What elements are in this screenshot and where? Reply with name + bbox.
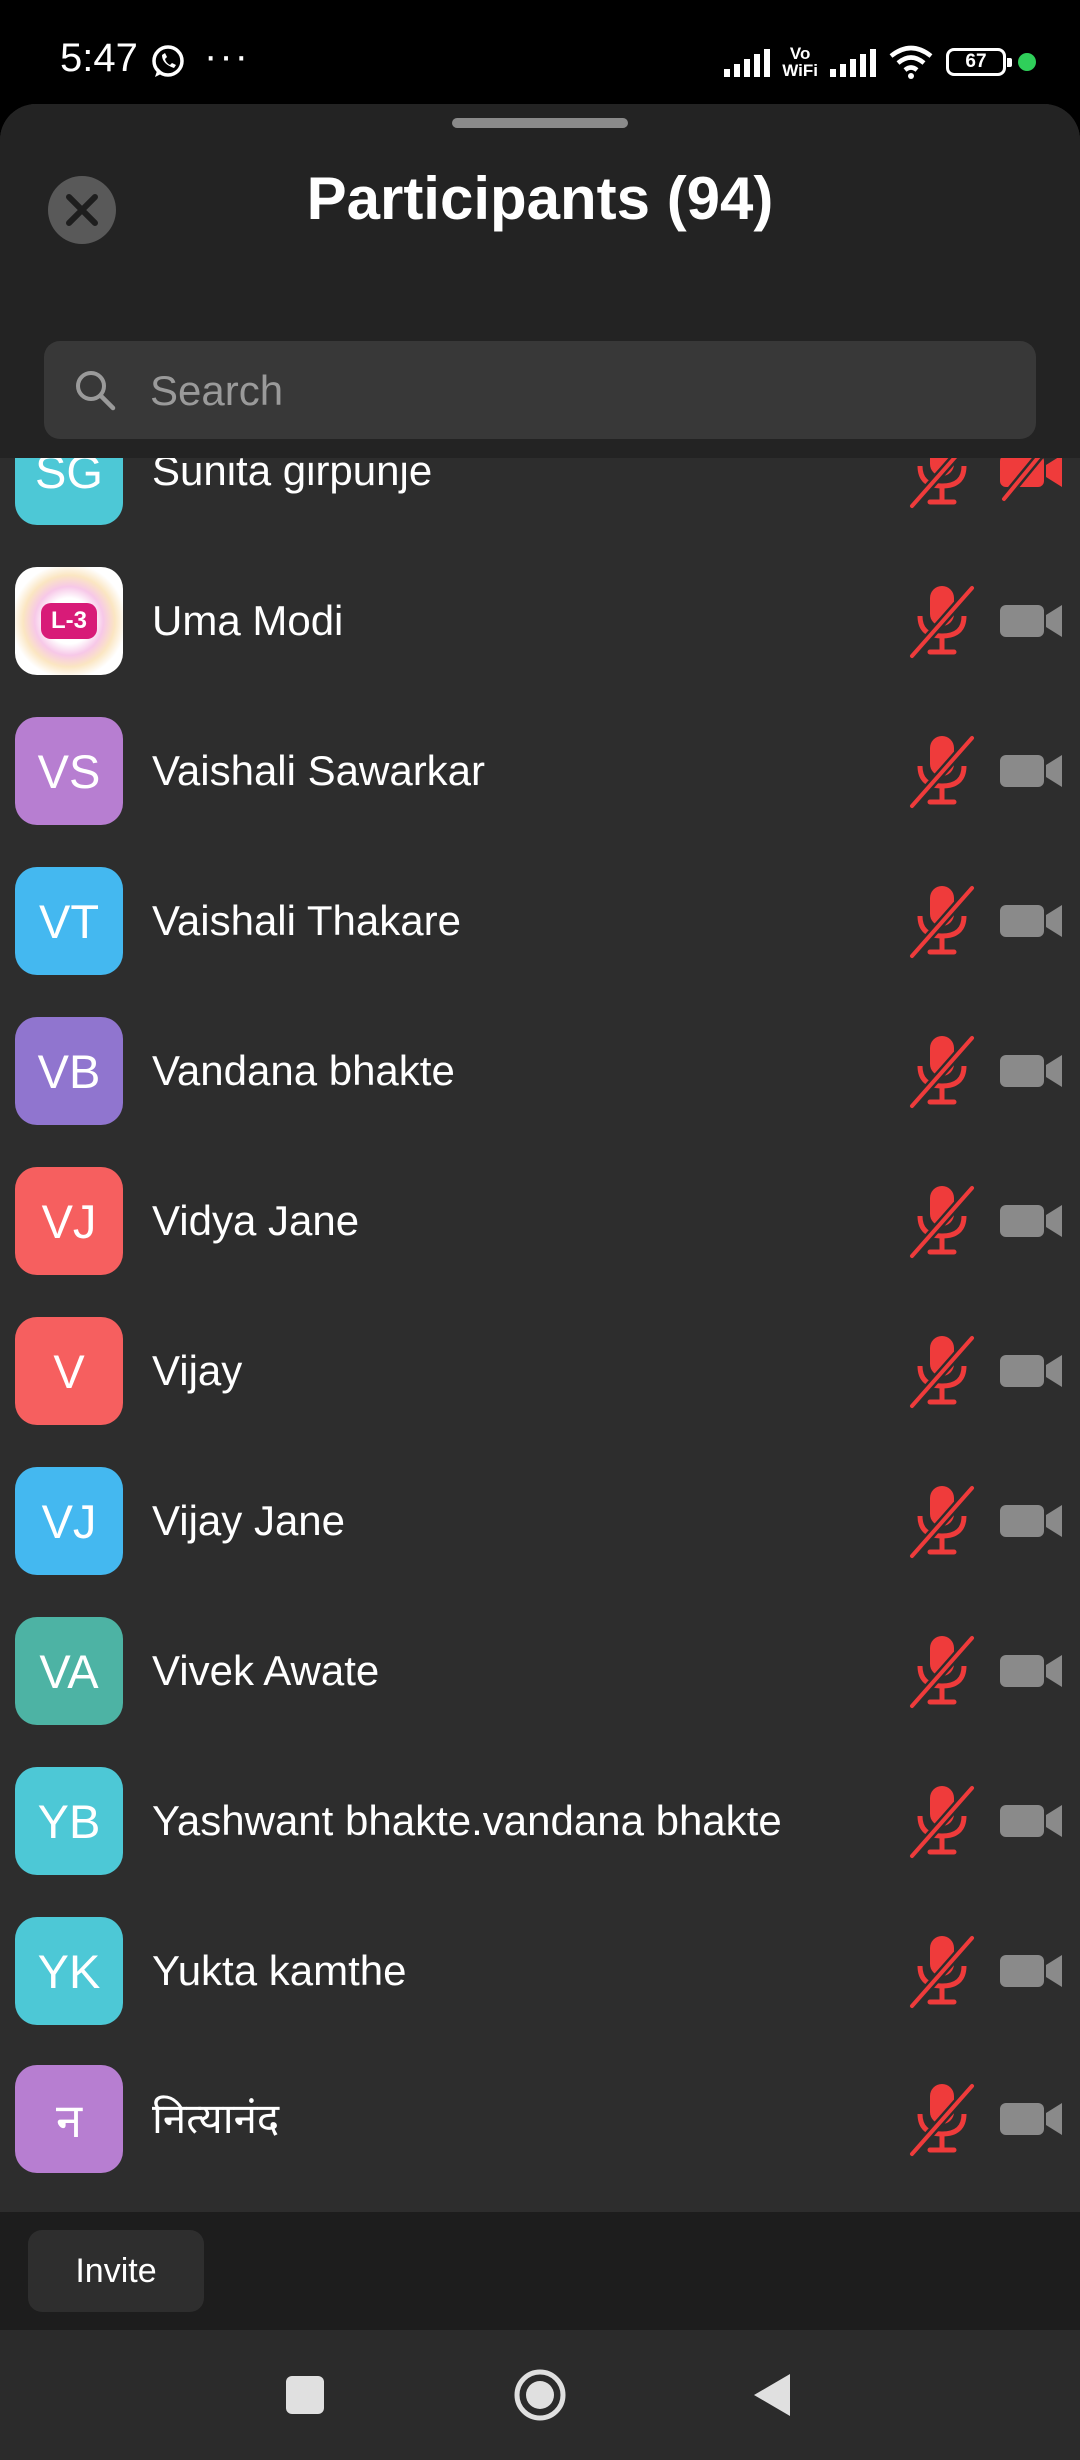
participant-row[interactable]: L-3 Uma Modi bbox=[0, 546, 1080, 696]
avatar: VS bbox=[15, 717, 123, 825]
participant-name: Yukta kamthe bbox=[152, 1947, 407, 1994]
video-icon[interactable] bbox=[998, 1039, 1064, 1103]
mic-muted-icon[interactable] bbox=[908, 1182, 976, 1260]
video-off-icon[interactable] bbox=[998, 458, 1064, 503]
mic-muted-icon[interactable] bbox=[908, 1782, 976, 1860]
page-title: Participants (94) bbox=[306, 165, 774, 232]
search-input[interactable] bbox=[148, 341, 1012, 441]
participant-row[interactable]: VJ Vidya Jane bbox=[0, 1146, 1080, 1296]
back-icon[interactable] bbox=[752, 2372, 792, 2418]
recents-icon[interactable] bbox=[286, 2376, 324, 2414]
search-bar[interactable] bbox=[44, 341, 1036, 441]
avatar: VA bbox=[15, 1617, 123, 1725]
whatsapp-icon bbox=[152, 45, 184, 77]
video-icon[interactable] bbox=[998, 589, 1064, 653]
more-dots-icon: ··· bbox=[204, 34, 250, 78]
mic-muted-icon[interactable] bbox=[908, 1932, 976, 2010]
vowifi-indicator: Vo WiFi bbox=[782, 45, 818, 79]
cell-signal-icon bbox=[724, 47, 771, 77]
avatar: L-3 bbox=[15, 567, 123, 675]
avatar: SG bbox=[15, 458, 123, 525]
avatar: YK bbox=[15, 1917, 123, 2025]
system-nav-bar bbox=[0, 2330, 1080, 2460]
avatar-initials: VS bbox=[37, 744, 101, 798]
video-icon[interactable] bbox=[998, 889, 1064, 953]
footer-bar: Invite bbox=[0, 2212, 1080, 2330]
participant-row[interactable]: न नित्यानंद bbox=[0, 2044, 1080, 2194]
avatar: न bbox=[15, 2065, 123, 2173]
drag-handle[interactable] bbox=[452, 118, 628, 128]
participant-row[interactable]: VJ Vijay Jane bbox=[0, 1446, 1080, 1596]
mic-muted-icon[interactable] bbox=[908, 458, 976, 510]
video-icon[interactable] bbox=[998, 2087, 1064, 2151]
avatar-initials: VJ bbox=[41, 1194, 97, 1248]
participant-name: Vidya Jane bbox=[152, 1197, 360, 1244]
video-icon[interactable] bbox=[998, 1939, 1064, 2003]
mic-muted-icon[interactable] bbox=[908, 1332, 976, 1410]
status-bar: 5:47 ··· Vo WiFi 67 bbox=[0, 0, 1080, 105]
cell-signal-2-icon bbox=[830, 47, 876, 77]
mic-muted-icon[interactable] bbox=[908, 1032, 976, 1110]
video-icon[interactable] bbox=[998, 1489, 1064, 1553]
participant-row[interactable]: YK Yukta kamthe bbox=[0, 1896, 1080, 2046]
mic-muted-icon[interactable] bbox=[908, 882, 976, 960]
participant-name: Yashwant bhakte.vandana bhakte bbox=[152, 1797, 782, 1844]
wifi-label: WiFi bbox=[782, 61, 818, 80]
participant-row[interactable]: VT Vaishali Thakare bbox=[0, 846, 1080, 996]
avatar-initials: VJ bbox=[41, 1494, 97, 1548]
avatar-initials: YB bbox=[37, 1794, 101, 1848]
invite-button[interactable]: Invite bbox=[28, 2230, 204, 2312]
participant-name: Vijay Jane bbox=[152, 1497, 346, 1544]
avatar-initials: YK bbox=[37, 1944, 101, 1998]
mic-muted-icon[interactable] bbox=[908, 2080, 976, 2158]
mic-muted-icon[interactable] bbox=[908, 1482, 976, 1560]
participant-row[interactable]: VB Vandana bhakte bbox=[0, 996, 1080, 1146]
avatar: VJ bbox=[15, 1467, 123, 1575]
video-icon[interactable] bbox=[998, 1189, 1064, 1253]
status-time: 5:47 bbox=[60, 36, 138, 80]
avatar: V bbox=[15, 1317, 123, 1425]
participant-name: Vivek Awate bbox=[152, 1647, 380, 1694]
mic-muted-icon[interactable] bbox=[908, 582, 976, 660]
avatar-initials: न bbox=[55, 2094, 83, 2147]
sheet-header: Participants (94) bbox=[0, 104, 1080, 458]
participant-row[interactable]: V Vijay bbox=[0, 1296, 1080, 1446]
participant-name: Vaishali Sawarkar bbox=[152, 747, 486, 794]
mic-muted-icon[interactable] bbox=[908, 732, 976, 810]
home-icon[interactable] bbox=[512, 2367, 568, 2423]
participant-row[interactable]: VS Vaishali Sawarkar bbox=[0, 696, 1080, 846]
video-icon[interactable] bbox=[998, 1639, 1064, 1703]
participant-row[interactable]: YB Yashwant bhakte.vandana bhakte bbox=[0, 1746, 1080, 1896]
participant-name: Vandana bhakte bbox=[152, 1047, 455, 1094]
avatar-initials: VA bbox=[39, 1644, 99, 1698]
video-icon[interactable] bbox=[998, 1789, 1064, 1853]
vo-label: Vo bbox=[789, 44, 811, 63]
avatar-initials: L-3 bbox=[41, 603, 97, 639]
avatar-initials: VB bbox=[37, 1044, 101, 1098]
mic-muted-icon[interactable] bbox=[908, 1632, 976, 1710]
charging-dot bbox=[1018, 53, 1036, 71]
avatar-initials: VT bbox=[38, 894, 100, 948]
search-icon bbox=[76, 371, 116, 411]
participant-name: Uma Modi bbox=[152, 597, 344, 644]
participant-name: Vaishali Thakare bbox=[152, 897, 461, 944]
avatar: VB bbox=[15, 1017, 123, 1125]
participant-name: Vijay bbox=[152, 1347, 243, 1394]
participant-row[interactable]: VA Vivek Awate bbox=[0, 1596, 1080, 1746]
avatar-initials: V bbox=[53, 1344, 85, 1398]
participant-row[interactable]: SG Sunita girpunje bbox=[0, 458, 1080, 546]
video-icon[interactable] bbox=[998, 739, 1064, 803]
participants-list[interactable]: SG Sunita girpunje L-3 Uma Modi VS Vaishali S… bbox=[0, 458, 1080, 2212]
battery-icon: 67 bbox=[946, 48, 1012, 76]
avatar: VJ bbox=[15, 1167, 123, 1275]
video-icon[interactable] bbox=[998, 1339, 1064, 1403]
participant-name: नित्यानंद bbox=[152, 2095, 280, 2142]
participant-name: Sunita girpunje bbox=[152, 458, 433, 494]
avatar-initials: SG bbox=[35, 458, 103, 498]
wifi-icon bbox=[889, 45, 933, 79]
status-right-cluster: Vo WiFi 67 bbox=[724, 42, 1036, 82]
avatar: VT bbox=[15, 867, 123, 975]
avatar: YB bbox=[15, 1767, 123, 1875]
participants-sheet: Participants (94) SG Sunita girpunje L-3 Um… bbox=[0, 104, 1080, 2212]
